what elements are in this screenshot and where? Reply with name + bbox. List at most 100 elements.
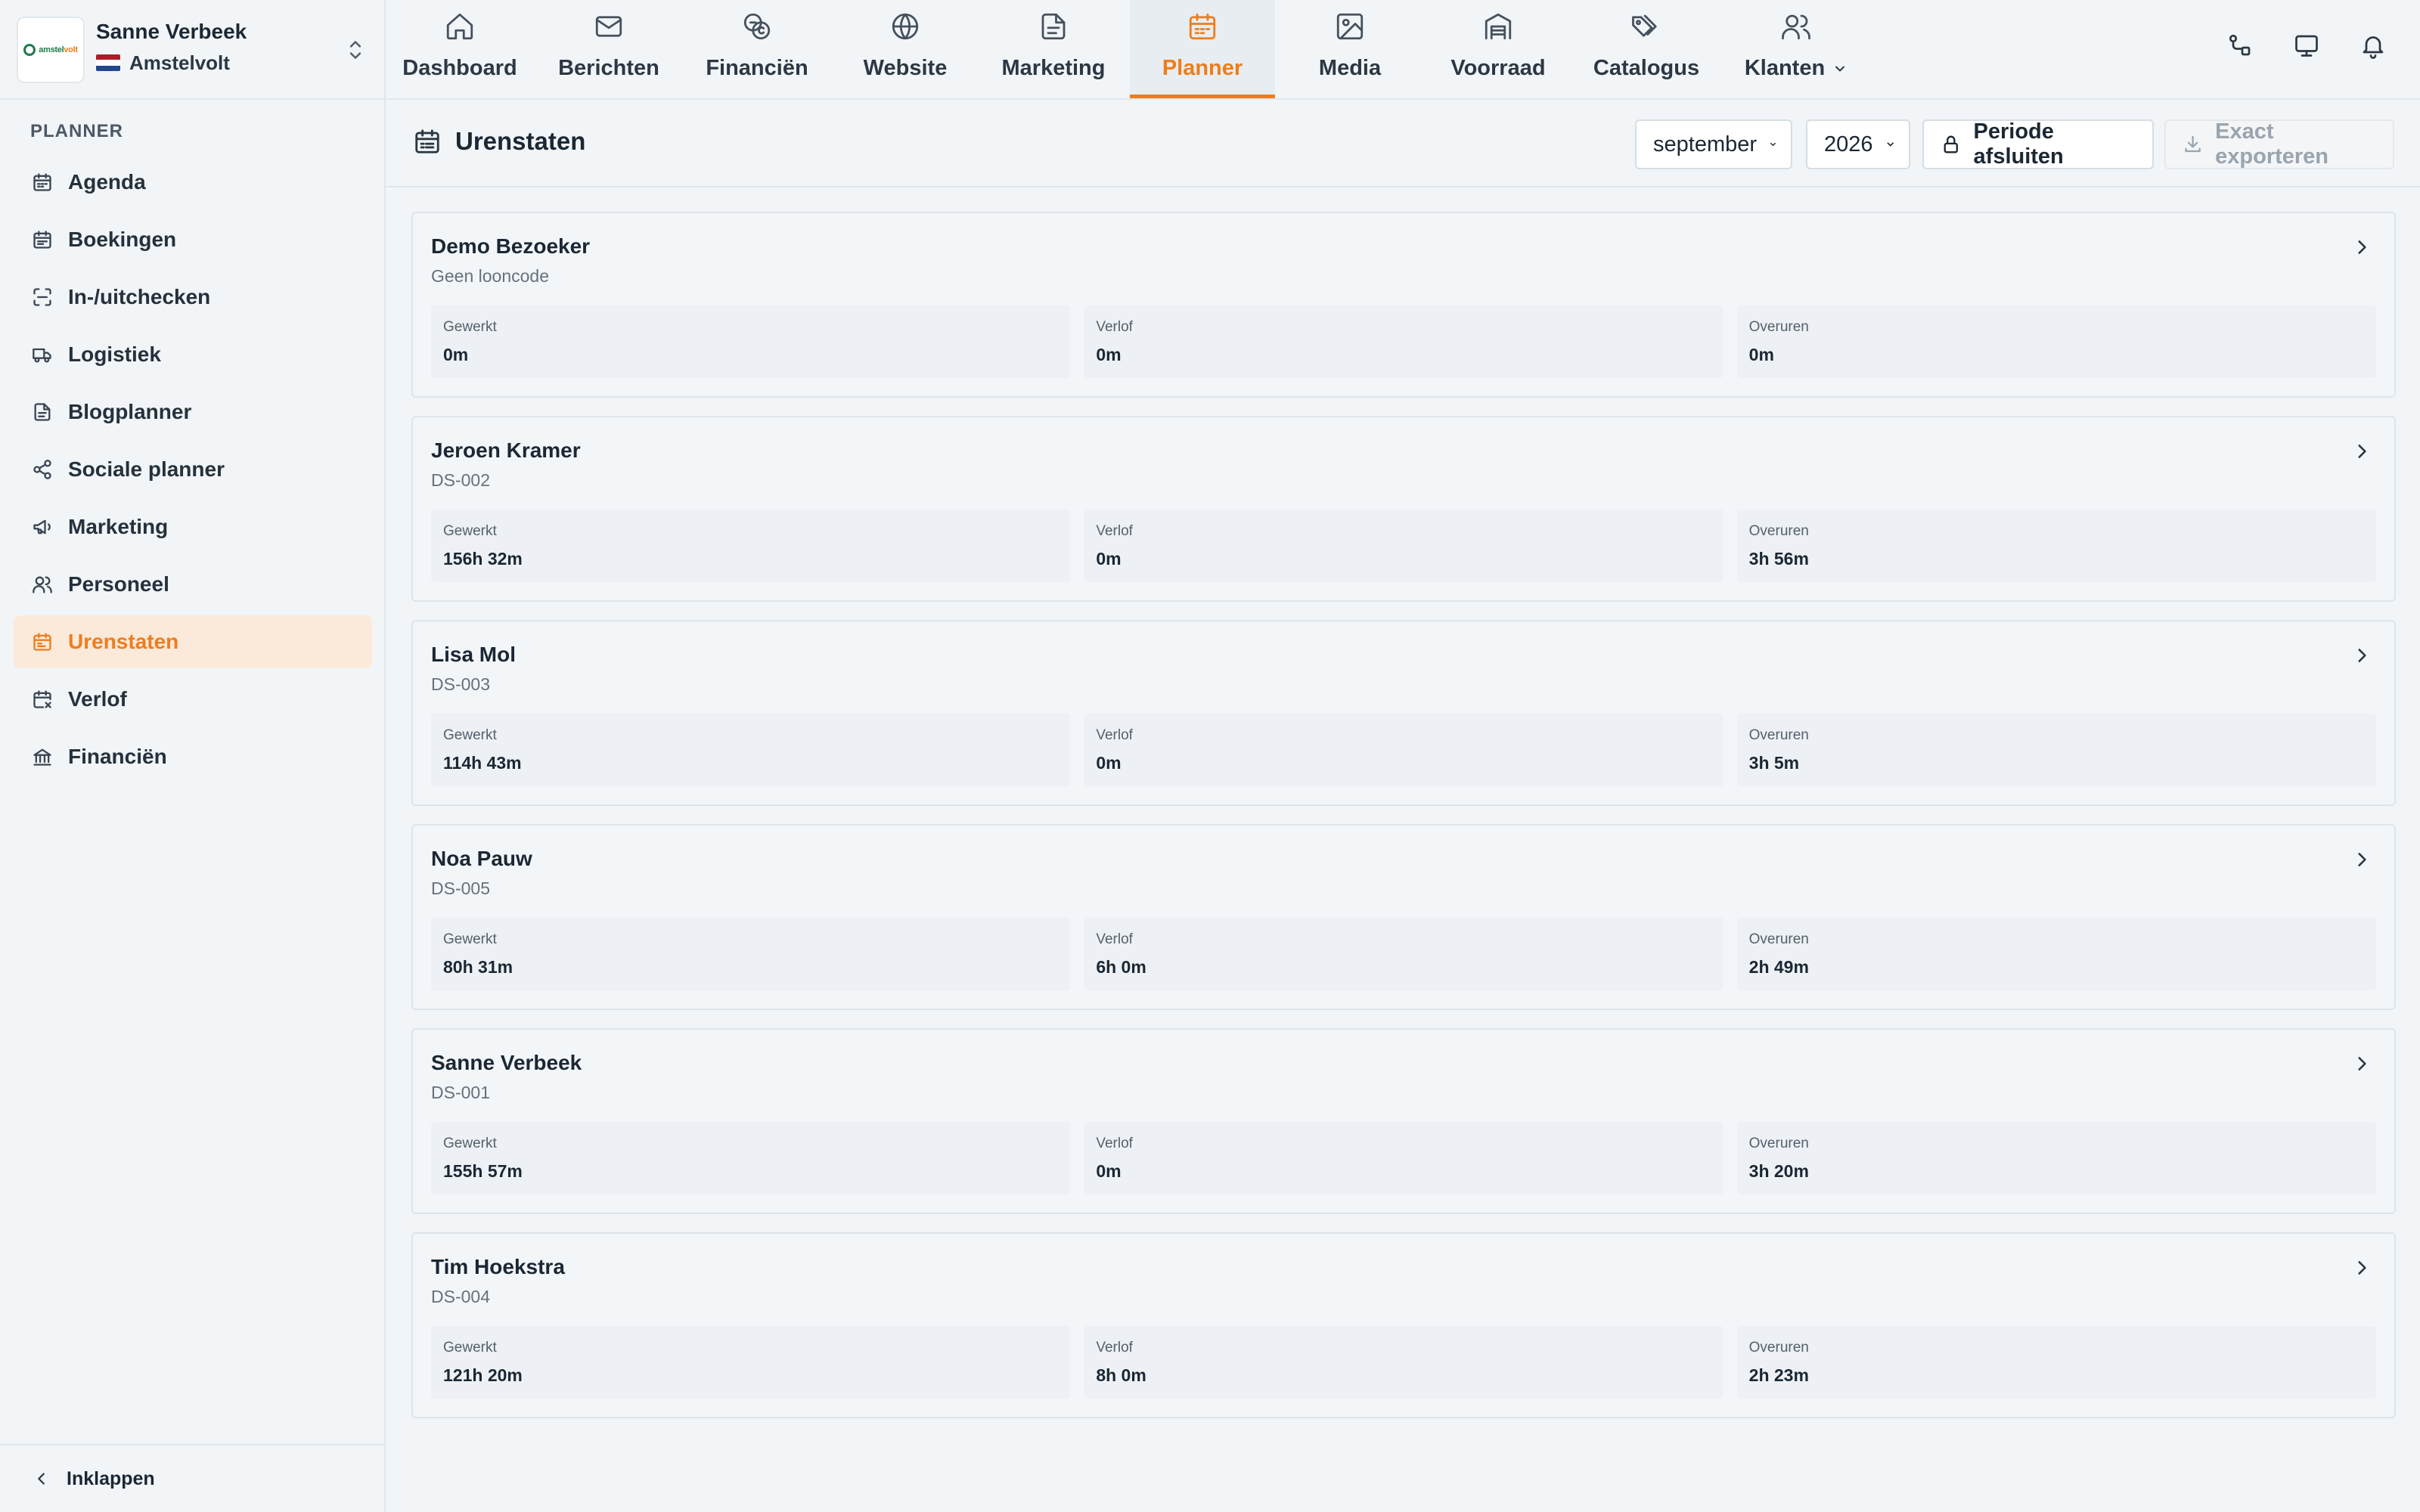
stat-value: 155h 57m <box>443 1161 523 1181</box>
sidebar-item-label: Marketing <box>68 515 169 538</box>
calendar-icon <box>1189 13 1216 40</box>
employee-name: Tim Hoekstra <box>431 1255 565 1278</box>
sidebar-item-urenstaten[interactable]: Urenstaten <box>14 615 372 668</box>
tab-dashboard[interactable]: Dashboard <box>390 0 529 98</box>
timesheet-card[interactable]: Demo Bezoeker Geen looncode Gewerkt 0m Ve… <box>411 212 2396 398</box>
export-exact-button[interactable]: Exact exporteren <box>2164 119 2394 169</box>
sidebar-item-sociale-planner[interactable]: Sociale planner <box>14 443 372 496</box>
sidebar-item-blogplanner[interactable]: Blogplanner <box>14 386 372 438</box>
globe-icon <box>892 13 919 40</box>
stat-overtime: Overuren 3h 56m <box>1736 510 2376 582</box>
tab-klanten[interactable]: Klanten <box>1723 0 1869 98</box>
stat-value: 0m <box>1096 753 1122 773</box>
stat-value: 3h 20m <box>1748 1161 1809 1181</box>
stat-value: 0m <box>1748 345 1774 364</box>
tab-label-row: Klanten <box>1745 56 1848 81</box>
employee-name: Noa Pauw <box>431 847 532 870</box>
stat-worked: Gewerkt 155h 57m <box>431 1122 1071 1194</box>
stat-leave: Verlof 0m <box>1084 305 1723 378</box>
timesheet-stats: Gewerkt 155h 57m Verlof 0m Overuren 3h 20m <box>431 1122 2376 1194</box>
calendar-icon <box>33 173 51 191</box>
timesheet-card[interactable]: Tim Hoekstra DS-004 Gewerkt 121h 20m Verl… <box>411 1232 2396 1418</box>
tab-media[interactable]: Media <box>1278 0 1422 98</box>
stat-label: Verlof <box>1096 523 1133 539</box>
coins-icon <box>743 13 771 40</box>
stat-worked: Gewerkt 80h 31m <box>431 918 1071 990</box>
bell-icon[interactable] <box>2360 32 2387 59</box>
tab-voorraad[interactable]: Voorraad <box>1426 0 1570 98</box>
stat-value: 0m <box>1096 549 1122 569</box>
sidebar-item-boekingen[interactable]: Boekingen <box>14 213 372 266</box>
tab-label: Voorraad <box>1450 56 1546 80</box>
stat-value: 2h 49m <box>1748 957 1809 977</box>
stat-overtime: Overuren 3h 20m <box>1736 1122 2376 1194</box>
year-select-value: 2026 <box>1824 132 1873 156</box>
timesheet-stats: Gewerkt 0m Verlof 0m Overuren 0m <box>431 305 2376 378</box>
timesheet-card[interactable]: Sanne Verbeek DS-001 Gewerkt 155h 57m Ver… <box>411 1028 2396 1214</box>
stat-leave: Verlof 6h 0m <box>1084 918 1723 990</box>
calendar-off-icon <box>33 690 51 708</box>
timesheet-stats: Gewerkt 114h 43m Verlof 0m Overuren 3h 5m <box>431 714 2376 786</box>
stat-label: Overuren <box>1748 1340 1809 1356</box>
lock-icon <box>1944 135 1958 153</box>
tab-financien[interactable]: Financiën <box>685 0 829 98</box>
sidebar-item-marketing[interactable]: Marketing <box>14 500 372 553</box>
stat-leave: Verlof 0m <box>1084 714 1723 786</box>
chevron-right-icon <box>2358 853 2366 866</box>
payroll-code: DS-005 <box>431 878 490 898</box>
sidebar-item-label: Financiën <box>68 745 167 768</box>
tab-planner[interactable]: Planner <box>1130 0 1275 98</box>
stat-value: 0m <box>1096 1161 1122 1181</box>
timesheet-card[interactable]: Lisa Mol DS-003 Gewerkt 114h 43m Verlof 0m… <box>411 620 2396 806</box>
payroll-code: DS-002 <box>431 470 490 490</box>
year-select[interactable]: 2026 <box>1806 119 1910 169</box>
tags-icon <box>1632 14 1657 37</box>
sidebar-section-title: PLANNER <box>30 121 124 141</box>
stat-value: 114h 43m <box>443 753 522 773</box>
employee-name: Demo Bezoeker <box>431 234 591 258</box>
tab-label: Catalogus <box>1593 56 1700 80</box>
chevron-up-down-icon[interactable] <box>345 36 366 64</box>
workflow-icon[interactable] <box>2226 32 2254 59</box>
sidebar-item-personeel[interactable]: Personeel <box>14 558 372 611</box>
sidebar-item-agenda[interactable]: Agenda <box>14 156 372 209</box>
monitor-icon[interactable] <box>2293 32 2320 59</box>
month-select[interactable]: september <box>1635 119 1792 169</box>
collapse-sidebar-button[interactable]: Inklappen <box>0 1444 384 1512</box>
document-icon <box>34 403 51 421</box>
sidebar-item-label: Agenda <box>68 170 146 194</box>
stat-worked: Gewerkt 0m <box>431 305 1071 378</box>
sidebar-item-label: Verlof <box>68 687 127 711</box>
timesheet-stats: Gewerkt 156h 32m Verlof 0m Overuren 3h 56m <box>431 510 2376 582</box>
tab-label: Website <box>863 56 948 80</box>
chevron-left-icon <box>38 1473 45 1485</box>
timesheet-card[interactable]: Noa Pauw DS-005 Gewerkt 80h 31m Verlof 6h … <box>411 824 2396 1010</box>
megaphone-icon <box>33 519 51 534</box>
timesheet-list: Demo Bezoeker Geen looncode Gewerkt 0m Ve… <box>411 212 2396 1436</box>
tab-berichten[interactable]: Berichten <box>537 0 681 98</box>
sidebar-item-financien[interactable]: Financiën <box>14 730 372 783</box>
payroll-code: DS-001 <box>431 1083 490 1102</box>
chevron-down-icon <box>1887 142 1894 147</box>
stat-label: Verlof <box>1096 1340 1133 1356</box>
share-icon <box>33 460 51 479</box>
timesheet-card[interactable]: Jeroen Kramer DS-002 Gewerkt 156h 32m Ver… <box>411 416 2396 602</box>
account-switcher[interactable]: amstelvolt Sanne Verbeek Amstelvolt <box>0 0 384 100</box>
tab-catalogus[interactable]: Catalogus <box>1575 0 1718 98</box>
sidebar-item-logistiek[interactable]: Logistiek <box>14 328 372 381</box>
sidebar-item-verlof[interactable]: Verlof <box>14 673 372 726</box>
close-period-button[interactable]: Periode afsluiten <box>1922 119 2154 169</box>
stat-overtime: Overuren 3h 5m <box>1736 714 2376 786</box>
chevron-right-icon <box>2358 649 2366 662</box>
stat-overtime: Overuren 2h 23m <box>1736 1326 2376 1399</box>
stat-label: Verlof <box>1096 319 1133 335</box>
stat-worked: Gewerkt 156h 32m <box>431 510 1071 582</box>
sidebar-item-label: Blogplanner <box>68 400 192 423</box>
account-name: Sanne Verbeek <box>96 20 247 43</box>
tab-marketing[interactable]: Marketing <box>982 0 1125 98</box>
tab-website[interactable]: Website <box>833 0 977 98</box>
sidebar-item-in-uitchecken[interactable]: In-/uitchecken <box>14 271 372 324</box>
chevron-down-icon <box>1835 66 1845 71</box>
netherlands-flag-icon <box>96 54 120 71</box>
stat-leave: Verlof 0m <box>1084 1122 1723 1194</box>
